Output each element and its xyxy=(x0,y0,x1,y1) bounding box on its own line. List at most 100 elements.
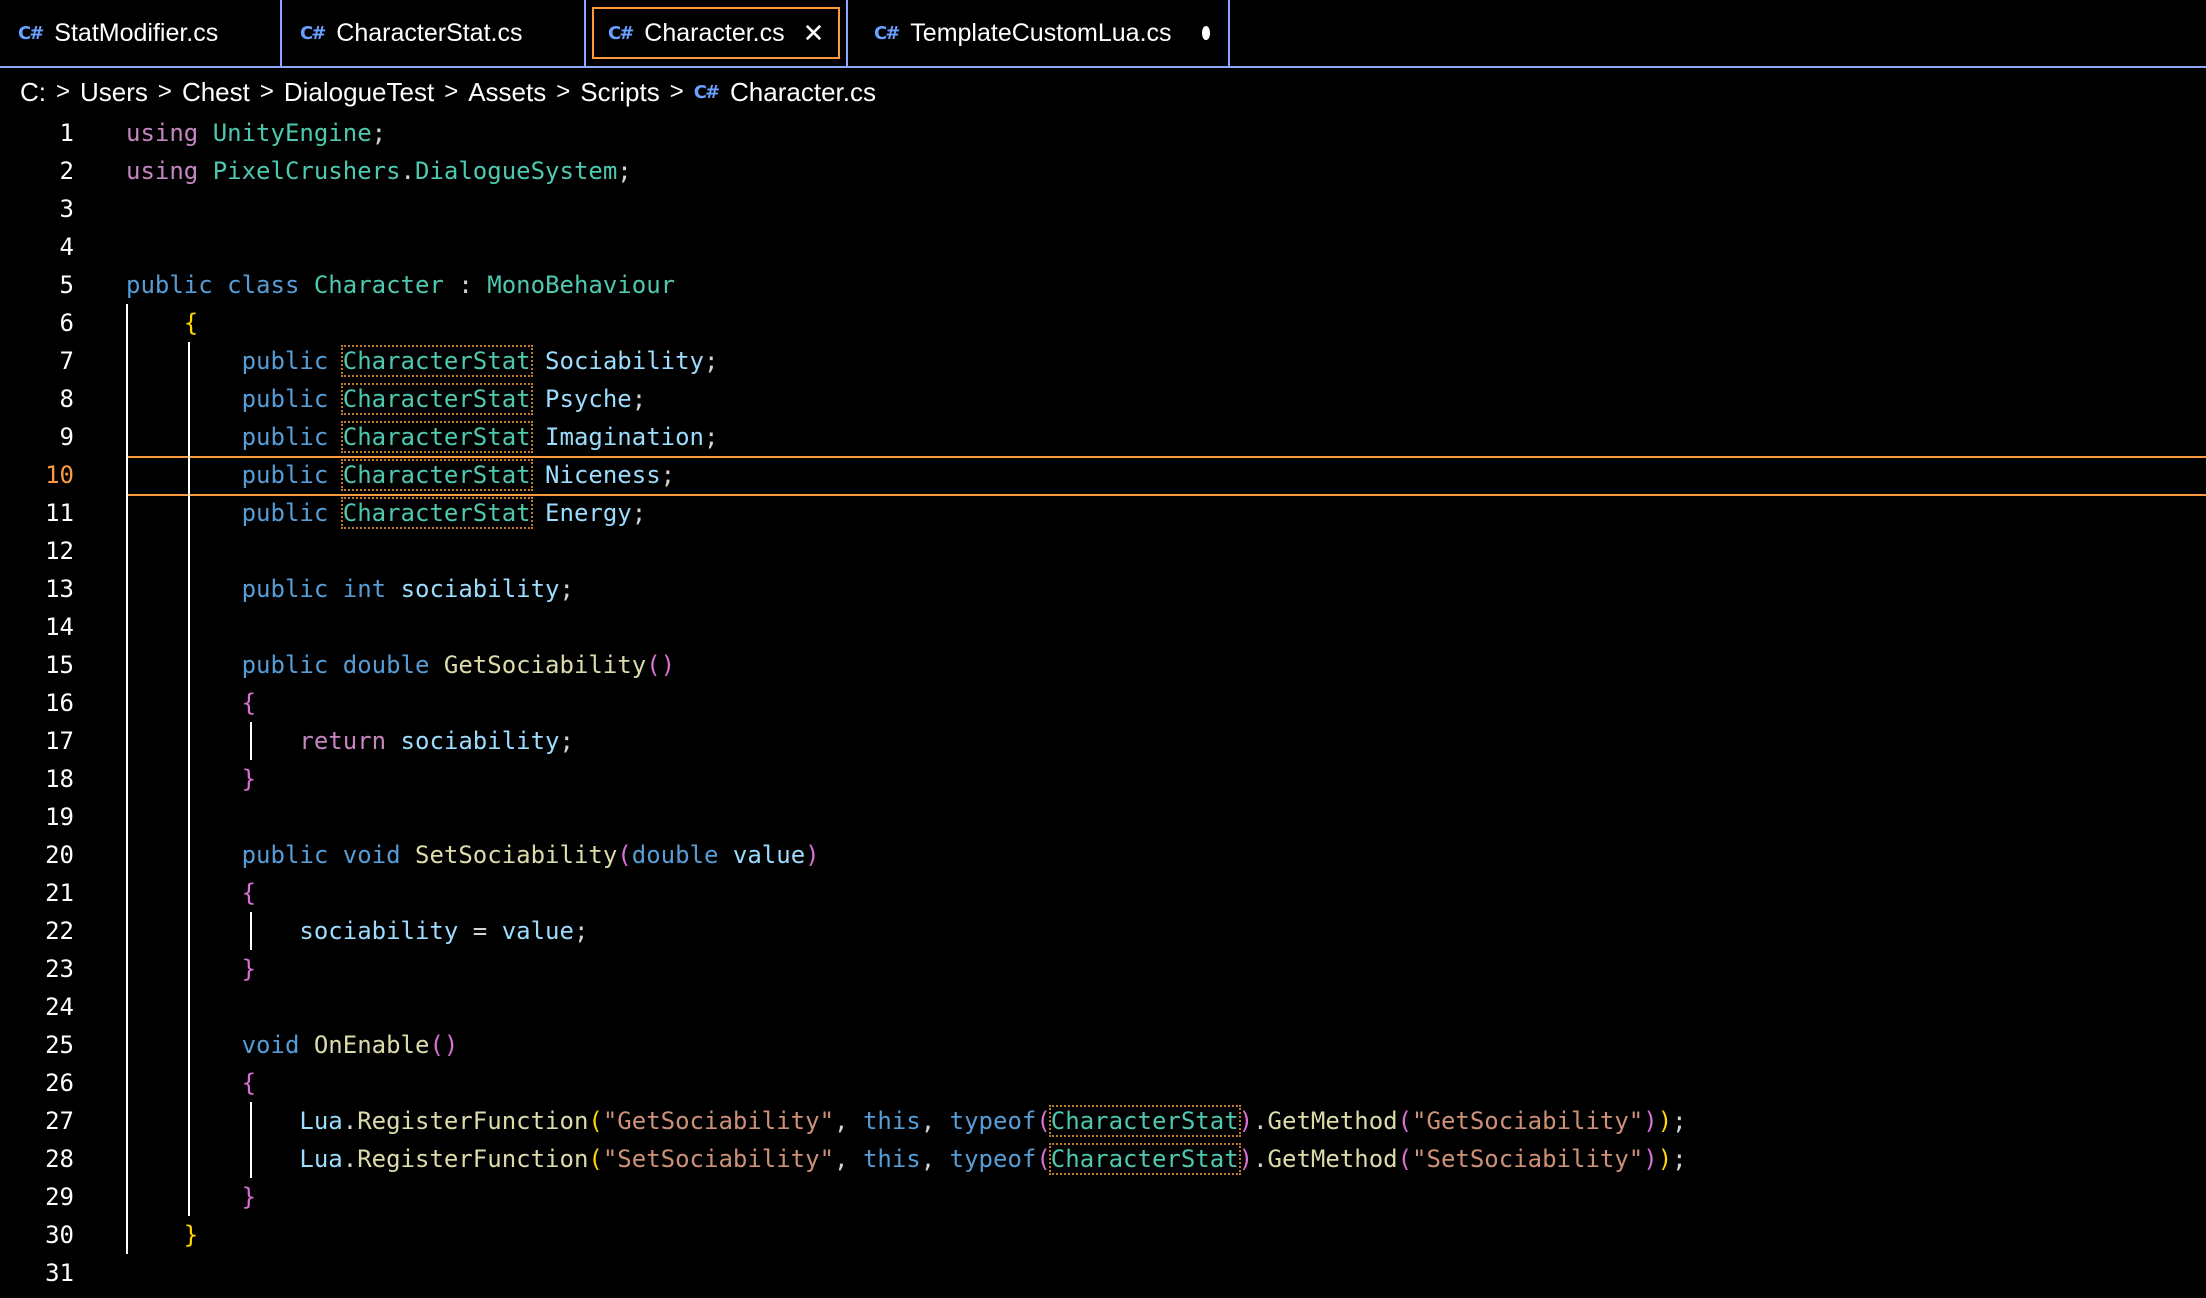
line-number: 10 xyxy=(45,461,74,489)
code-text: using UnityEngine; xyxy=(126,119,387,147)
chevron-right-icon: > xyxy=(556,78,571,105)
code-line[interactable]: 20 public void SetSociability(double val… xyxy=(0,836,2206,874)
code-line[interactable]: 29 } xyxy=(0,1178,2206,1216)
unsaved-dot-icon[interactable] xyxy=(1201,26,1210,40)
code-text: public class Character : MonoBehaviour xyxy=(126,271,676,299)
code-text: Lua.RegisterFunction("SetSociability", t… xyxy=(299,1143,1687,1175)
code-line[interactable]: 12 xyxy=(0,532,2206,570)
code-line[interactable]: 25 void OnEnable() xyxy=(0,1026,2206,1064)
csharp-file-icon: C# xyxy=(693,81,720,103)
line-number: 28 xyxy=(45,1145,74,1173)
indent-guide xyxy=(188,342,190,1216)
indent-guide xyxy=(250,1102,252,1178)
code-line[interactable]: 28 Lua.RegisterFunction("SetSociability"… xyxy=(0,1140,2206,1178)
code-line[interactable]: 19 xyxy=(0,798,2206,836)
code-line[interactable]: 5 public class Character : MonoBehaviour xyxy=(0,266,2206,304)
code-line[interactable]: 21 { xyxy=(0,874,2206,912)
code-text: Lua.RegisterFunction("GetSociability", t… xyxy=(299,1105,1687,1137)
code-text: } xyxy=(241,1183,257,1211)
chevron-right-icon: > xyxy=(56,78,71,105)
code-line[interactable]: 23 } xyxy=(0,950,2206,988)
line-number: 25 xyxy=(45,1031,74,1059)
code-line[interactable]: 18 } xyxy=(0,760,2206,798)
code-line[interactable]: 1 using UnityEngine; xyxy=(0,114,2206,152)
code-editor[interactable]: 1 using UnityEngine; 2 using PixelCrushers.… xyxy=(0,114,2206,1298)
indent-guide xyxy=(250,722,252,760)
line-number: 23 xyxy=(45,955,74,983)
code-line[interactable]: 4 xyxy=(0,228,2206,266)
line-number: 29 xyxy=(45,1183,74,1211)
line-number: 21 xyxy=(45,879,74,907)
code-line[interactable]: 11 public CharacterStat Energy; xyxy=(0,494,2206,532)
code-line[interactable]: 8 public CharacterStat Psyche; xyxy=(0,380,2206,418)
line-number: 6 xyxy=(59,309,74,337)
code-text: public double GetSociability() xyxy=(241,651,676,679)
code-line[interactable]: 17 return sociability; xyxy=(0,722,2206,760)
breadcrumb-assets[interactable]: Assets xyxy=(468,77,546,108)
tab-label: CharacterStat.cs xyxy=(336,18,523,47)
code-line[interactable]: 2 using PixelCrushers.DialogueSystem; xyxy=(0,152,2206,190)
tab-character[interactable]: C# Character.cs ✕ xyxy=(586,0,848,66)
code-line[interactable]: 26 { xyxy=(0,1064,2206,1102)
code-text: } xyxy=(183,1221,199,1249)
code-line[interactable]: 16 { xyxy=(0,684,2206,722)
line-number: 9 xyxy=(59,423,74,451)
breadcrumb-dialoguetest[interactable]: DialogueTest xyxy=(284,77,434,108)
line-number: 13 xyxy=(45,575,74,603)
breadcrumb-scripts[interactable]: Scripts xyxy=(580,77,659,108)
tab-label: TemplateCustomLua.cs xyxy=(910,18,1172,47)
code-line[interactable]: 14 xyxy=(0,608,2206,646)
code-line[interactable]: 22 sociability = value; xyxy=(0,912,2206,950)
tab-statmodifier[interactable]: C# StatModifier.cs xyxy=(0,0,282,66)
close-icon[interactable]: ✕ xyxy=(803,18,825,49)
line-number: 26 xyxy=(45,1069,74,1097)
code-line[interactable]: 9 public CharacterStat Imagination; xyxy=(0,418,2206,456)
code-line[interactable]: 10 public CharacterStat Niceness; xyxy=(0,456,2206,496)
line-number: 22 xyxy=(45,917,74,945)
line-number: 20 xyxy=(45,841,74,869)
code-text: public CharacterStat Imagination; xyxy=(241,421,719,453)
indent-guide xyxy=(250,912,252,950)
code-line[interactable]: 13 public int sociability; xyxy=(0,570,2206,608)
breadcrumb-file[interactable]: Character.cs xyxy=(730,77,876,108)
breadcrumb-chest[interactable]: Chest xyxy=(182,77,250,108)
line-number: 4 xyxy=(59,233,74,261)
line-number: 17 xyxy=(45,727,74,755)
line-number: 19 xyxy=(45,803,74,831)
line-number: 27 xyxy=(45,1107,74,1135)
tab-characterstat[interactable]: C# CharacterStat.cs xyxy=(282,0,586,66)
tab-label: Character.cs xyxy=(644,18,785,47)
code-line[interactable]: 15 public double GetSociability() xyxy=(0,646,2206,684)
chevron-right-icon: > xyxy=(259,78,274,105)
indent-guide xyxy=(126,304,128,1254)
chevron-right-icon: > xyxy=(444,78,459,105)
line-number: 11 xyxy=(45,499,74,527)
code-line[interactable]: 6 { xyxy=(0,304,2206,342)
csharp-file-icon: C# xyxy=(608,22,634,44)
code-text: } xyxy=(241,765,257,793)
code-line[interactable]: 7 public CharacterStat Sociability; xyxy=(0,342,2206,380)
csharp-file-icon: C# xyxy=(874,22,900,44)
line-number: 31 xyxy=(45,1259,74,1287)
code-line[interactable]: 3 xyxy=(0,190,2206,228)
code-line[interactable]: 27 Lua.RegisterFunction("GetSociability"… xyxy=(0,1102,2206,1140)
tab-templatecustomlua[interactable]: C# TemplateCustomLua.cs xyxy=(848,0,1230,66)
chevron-right-icon: > xyxy=(669,78,684,105)
code-line[interactable]: 30 } xyxy=(0,1216,2206,1254)
breadcrumb: C: > Users > Chest > DialogueTest > Asse… xyxy=(0,70,2206,114)
breadcrumb-users[interactable]: Users xyxy=(80,77,148,108)
code-line[interactable]: 31 xyxy=(0,1254,2206,1292)
line-number: 7 xyxy=(59,347,74,375)
line-number: 5 xyxy=(59,271,74,299)
breadcrumb-drive[interactable]: C: xyxy=(20,77,46,108)
line-number: 12 xyxy=(45,537,74,565)
line-number: 8 xyxy=(59,385,74,413)
code-text: { xyxy=(183,309,199,337)
tab-bar: C# StatModifier.cs C# CharacterStat.cs C… xyxy=(0,0,2206,68)
csharp-file-icon: C# xyxy=(300,22,326,44)
code-text: public int sociability; xyxy=(241,575,574,603)
code-text: } xyxy=(241,955,257,983)
code-text: public void SetSociability(double value) xyxy=(241,841,820,869)
csharp-file-icon: C# xyxy=(18,22,44,44)
code-line[interactable]: 24 xyxy=(0,988,2206,1026)
